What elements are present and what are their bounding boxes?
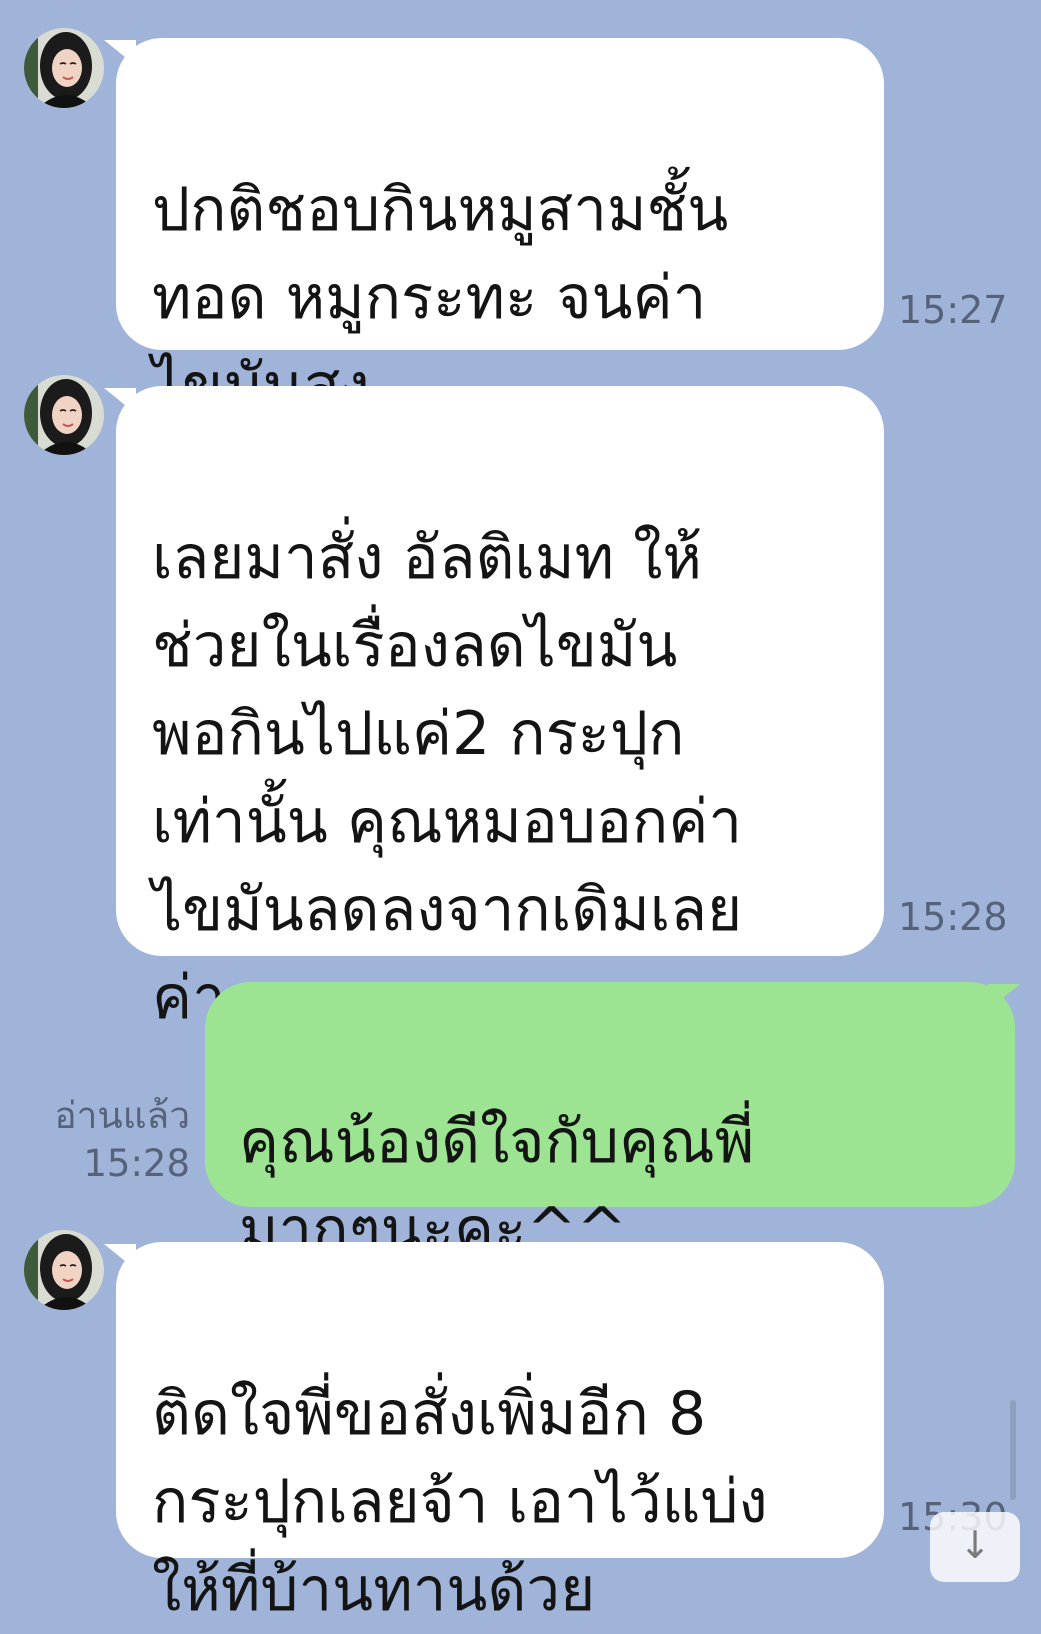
message-bubble-incoming[interactable]: ปกติชอบกินหมูสามชั้น ทอด หมูกระทะ จนค่า …: [116, 38, 884, 421]
message-time: 15:28: [83, 1142, 190, 1185]
scroll-to-bottom-button[interactable]: ↓: [930, 1512, 1020, 1582]
message-time: 15:28: [898, 895, 1008, 939]
sender-avatar[interactable]: [24, 28, 104, 108]
bubble-tail: [988, 984, 1020, 1010]
read-receipt: อ่านแล้ว 15:28: [20, 1092, 190, 1188]
message-bubble-incoming[interactable]: เลยมาสั่ง อัลติเมท ให้ ช่วยในเรื่องลดไขม…: [116, 386, 884, 1033]
read-label: อ่านแล้ว: [54, 1094, 190, 1137]
user-avatar-icon: [24, 375, 104, 455]
sender-avatar[interactable]: [24, 1230, 104, 1310]
message-bubble-incoming[interactable]: ติดใจพี่ขอสั่งเพิ่มอีก 8 กระปุกเลยจ้า เอ…: [116, 1242, 884, 1625]
message-text: ปกติชอบกินหมูสามชั้น ทอด หมูกระทะ จนค่า …: [152, 175, 729, 421]
scrollbar[interactable]: [1010, 1400, 1016, 1500]
message-time: 15:27: [898, 288, 1008, 332]
message-bubble-outgoing[interactable]: คุณน้องดีใจกับคุณพี่ มากๆนะคะ^^: [205, 982, 1015, 1265]
arrow-down-icon: ↓: [959, 1523, 991, 1567]
user-avatar-icon: [24, 1230, 104, 1310]
message-text: ติดใจพี่ขอสั่งเพิ่มอีก 8 กระปุกเลยจ้า เอ…: [152, 1379, 768, 1625]
message-text: เลยมาสั่ง อัลติเมท ให้ ช่วยในเรื่องลดไขม…: [152, 523, 743, 1033]
sender-avatar[interactable]: [24, 375, 104, 455]
user-avatar-icon: [24, 28, 104, 108]
chat-area[interactable]: ปกติชอบกินหมูสามชั้น ทอด หมูกระทะ จนค่า …: [0, 0, 1041, 1625]
